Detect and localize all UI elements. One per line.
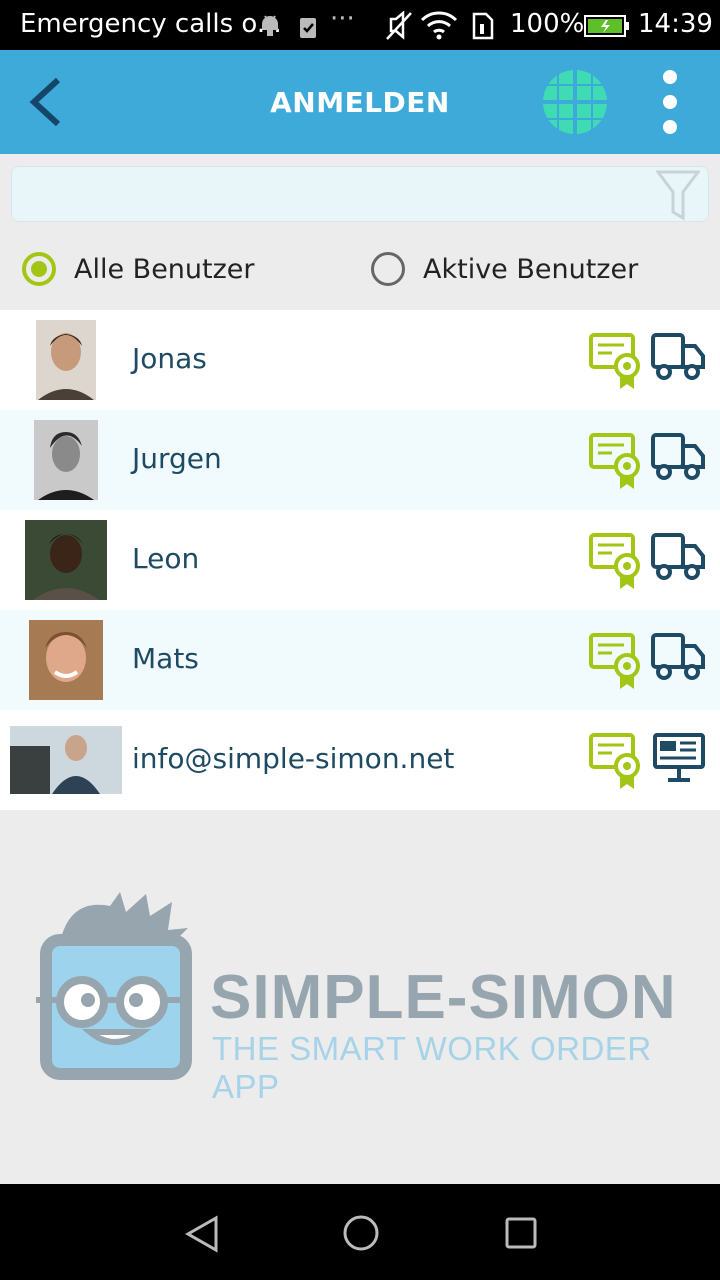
- radio-checked-icon[interactable]: [22, 252, 56, 286]
- avatar: [29, 620, 103, 700]
- brand-name: SIMPLE-SIMON: [210, 963, 677, 1032]
- globe-grid-icon[interactable]: [541, 68, 609, 136]
- radio-all-users-label: Alle Benutzer: [74, 253, 255, 285]
- app-bar: ANMELDEN: [0, 50, 720, 154]
- status-bar: Emergency calls o... ··· 100% 14:39: [0, 0, 720, 50]
- truck-icon: [651, 533, 705, 580]
- avatar: [10, 726, 122, 794]
- back-icon[interactable]: [182, 1214, 222, 1254]
- user-list: Jonas Jurgen Leon Mats info@simple-simon…: [0, 310, 720, 810]
- battery-icon: [584, 15, 629, 37]
- list-item[interactable]: info@simple-simon.net: [0, 710, 720, 810]
- truck-icon: [651, 633, 705, 680]
- certificate-icon: [589, 733, 640, 789]
- user-name: Jonas: [132, 342, 207, 375]
- certificate-icon: [589, 533, 640, 589]
- more-vertical-icon[interactable]: [656, 68, 684, 136]
- page-title: ANMELDEN: [270, 86, 450, 119]
- user-icons: [588, 730, 706, 792]
- wifi-icon: [420, 11, 458, 40]
- sync-check-icon: [300, 18, 316, 38]
- avatar: [34, 420, 98, 500]
- user-icons: [588, 430, 706, 492]
- avatar: [36, 320, 96, 400]
- user-name: Jurgen: [132, 442, 222, 475]
- radio-active-users-label: Aktive Benutzer: [423, 253, 639, 285]
- list-item[interactable]: Mats: [0, 610, 720, 710]
- android-debug-icon: [262, 15, 278, 36]
- navigation-bar: [0, 1184, 720, 1280]
- home-icon[interactable]: [342, 1214, 380, 1252]
- brand-tagline: THE SMART WORK ORDER APP: [212, 1030, 652, 1105]
- avatar: [25, 520, 107, 600]
- user-icons: [588, 330, 706, 392]
- radio-all-users[interactable]: Alle Benutzer: [22, 249, 255, 289]
- mute-icon: [386, 11, 412, 40]
- recents-icon[interactable]: [504, 1216, 538, 1250]
- user-name: Leon: [132, 542, 200, 575]
- list-item[interactable]: Jurgen: [0, 410, 720, 510]
- certificate-icon: [589, 433, 640, 489]
- radio-active-users[interactable]: Aktive Benutzer: [371, 249, 638, 289]
- notification-text: Emergency calls o...: [20, 9, 282, 39]
- filter-icon[interactable]: [656, 170, 700, 222]
- clock: 14:39: [638, 9, 713, 39]
- filter-panel: Alle Benutzer Aktive Benutzer: [0, 154, 720, 310]
- certificate-icon: [589, 333, 640, 389]
- user-name: info@simple-simon.net: [132, 742, 455, 775]
- list-item[interactable]: Leon: [0, 510, 720, 610]
- search-input[interactable]: [11, 166, 709, 222]
- more-notifications-icon: ···: [330, 4, 355, 34]
- radio-unchecked-icon[interactable]: [371, 252, 405, 286]
- list-item[interactable]: Jonas: [0, 310, 720, 410]
- sim-icon: [472, 12, 494, 40]
- certificate-icon: [589, 633, 640, 689]
- monitor-icon: [653, 733, 705, 782]
- user-name: Mats: [132, 642, 199, 675]
- user-icons: [588, 630, 706, 692]
- user-icons: [588, 530, 706, 592]
- truck-icon: [651, 433, 705, 480]
- battery-percent: 100%: [510, 9, 585, 39]
- truck-icon: [651, 333, 705, 380]
